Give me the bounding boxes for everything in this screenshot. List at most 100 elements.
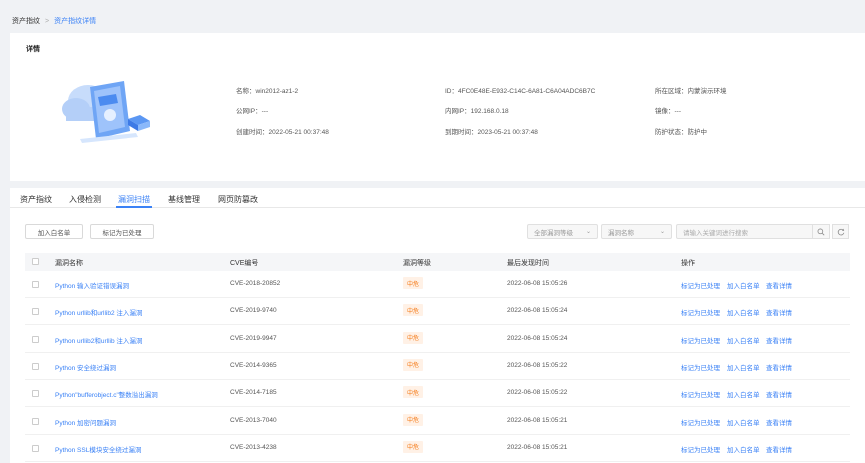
tab-vulnerability-scan[interactable]: 漏洞扫描 — [118, 194, 150, 205]
vuln-name-link[interactable]: Python urllib和urllib2 注入漏洞 — [55, 307, 142, 317]
table-header: 漏洞名称 CVE编号 漏洞等级 最后发现时间 操作 — [25, 253, 850, 271]
level-select[interactable]: 全部漏洞等级 ⌄ — [527, 224, 598, 239]
level-badge: 中危 — [403, 358, 424, 371]
info-protection: 防护状态：防护中 — [655, 129, 707, 136]
table-row: Python 输入验证错误漏洞 CVE-2018-20852 中危 2022-0… — [25, 271, 850, 298]
table-row: Python 安全绕过漏洞 CVE-2014-9365 中危 2022-06-0… — [25, 353, 850, 380]
last-found-time: 2022-06-08 15:05:24 — [507, 307, 568, 315]
add-whitelist-link[interactable]: 加入白名单 — [727, 444, 760, 454]
add-whitelist-button[interactable]: 加入白名单 — [25, 224, 83, 239]
view-details-link[interactable]: 查看详情 — [766, 335, 792, 345]
level-badge: 中危 — [403, 413, 424, 426]
last-found-time: 2022-06-08 15:05:22 — [507, 389, 568, 397]
add-whitelist-link[interactable]: 加入白名单 — [727, 389, 760, 399]
last-found-time: 2022-06-08 15:05:24 — [507, 334, 568, 342]
view-details-link[interactable]: 查看详情 — [766, 362, 792, 372]
detail-title: 详情 — [26, 46, 40, 53]
mark-handled-link[interactable]: 标记为已处理 — [681, 280, 720, 290]
search-placeholder: 请输入关键词进行搜索 — [683, 229, 748, 237]
mark-handled-link[interactable]: 标记为已处理 — [681, 307, 720, 317]
field-select-value: 漏洞名称 — [608, 229, 634, 237]
info-id: ID：4FC0E48E-E932-C14C-6A81-C6A04ADC6B7C — [445, 88, 596, 95]
cve-id: CVE-2014-9365 — [230, 361, 277, 369]
add-whitelist-link[interactable]: 加入白名单 — [727, 335, 760, 345]
level-badge: 中危 — [403, 440, 424, 453]
view-details-link[interactable]: 查看详情 — [766, 280, 792, 290]
chevron-down-icon: ⌄ — [659, 229, 665, 235]
vuln-name-link[interactable]: Python urllib2和urllib 注入漏洞 — [55, 335, 142, 345]
vuln-name-link[interactable]: Python 安全绕过漏洞 — [55, 362, 116, 372]
mark-handled-link[interactable]: 标记为已处理 — [681, 444, 720, 454]
cve-id: CVE-2019-9740 — [230, 307, 277, 315]
search-input[interactable]: 请输入关键词进行搜索 — [676, 224, 813, 239]
breadcrumb: 资产指纹 > 资产指纹详情 — [12, 16, 96, 26]
level-badge: 中危 — [403, 386, 424, 399]
row-checkbox[interactable] — [32, 281, 39, 288]
level-badge: 中危 — [403, 304, 424, 317]
view-details-link[interactable]: 查看详情 — [766, 307, 792, 317]
cve-id: CVE-2013-4238 — [230, 443, 277, 451]
row-checkbox[interactable] — [32, 362, 39, 370]
add-whitelist-link[interactable]: 加入白名单 — [727, 307, 760, 317]
view-details-link[interactable]: 查看详情 — [766, 444, 792, 454]
info-public-ip: 公网IP：--- — [236, 108, 269, 115]
view-details-link[interactable]: 查看详情 — [766, 417, 792, 427]
last-found-time: 2022-06-08 15:05:21 — [507, 416, 568, 424]
row-checkbox[interactable] — [32, 390, 39, 398]
tab-intrusion-detection[interactable]: 入侵检测 — [69, 194, 101, 205]
vuln-name-link[interactable]: Python SSL模块安全绕过漏洞 — [55, 444, 141, 454]
header-actions: 操作 — [681, 260, 695, 267]
vuln-name-link[interactable]: Python"bufferobject.c"整数溢出漏洞 — [55, 389, 158, 399]
add-whitelist-link[interactable]: 加入白名单 — [727, 280, 760, 290]
active-tab-indicator — [116, 206, 152, 208]
table-row: Python SSL模块安全绕过漏洞 CVE-2013-4238 中危 2022… — [25, 435, 850, 462]
detail-card: 详情 名称：win2012-az1-2 ID：4FC0E48E-E932-C14… — [10, 33, 865, 181]
tab-web-tamper[interactable]: 网页防篡改 — [218, 194, 258, 205]
breadcrumb-root[interactable]: 资产指纹 — [12, 16, 40, 26]
last-found-time: 2022-06-08 15:05:26 — [507, 280, 568, 287]
tab-asset-fingerprint[interactable]: 资产指纹 — [20, 194, 52, 205]
add-whitelist-link[interactable]: 加入白名单 — [727, 417, 760, 427]
add-whitelist-link[interactable]: 加入白名单 — [727, 362, 760, 372]
info-name: 名称：win2012-az1-2 — [236, 88, 299, 95]
cve-id: CVE-2019-9947 — [230, 334, 277, 342]
tab-baseline[interactable]: 基线管理 — [168, 194, 200, 205]
chevron-down-icon: ⌄ — [585, 229, 591, 235]
info-region: 所在区域：内蒙演示环境 — [655, 88, 727, 95]
row-checkbox[interactable] — [32, 417, 39, 425]
header-name: 漏洞名称 — [55, 260, 83, 267]
mark-handled-link[interactable]: 标记为已处理 — [681, 335, 720, 345]
breadcrumb-separator-icon: > — [45, 17, 50, 25]
select-all-checkbox[interactable] — [32, 258, 39, 265]
info-private-ip: 内网IP：192.168.0.18 — [445, 108, 509, 115]
row-checkbox[interactable] — [32, 444, 39, 452]
tab-bar: 资产指纹 入侵检测 漏洞扫描 基线管理 网页防篡改 — [10, 188, 865, 208]
field-select[interactable]: 漏洞名称 ⌄ — [601, 224, 672, 239]
table-row: Python 加密问题漏洞 CVE-2013-7040 中危 2022-06-0… — [25, 408, 850, 435]
mark-handled-link[interactable]: 标记为已处理 — [681, 417, 720, 427]
mark-handled-link[interactable]: 标记为已处理 — [681, 362, 720, 372]
breadcrumb-current: 资产指纹详情 — [54, 18, 97, 25]
info-created: 创建时间：2022-05-21 00:37:48 — [236, 129, 329, 136]
view-details-link[interactable]: 查看详情 — [766, 389, 792, 399]
info-image: 镜像：--- — [655, 108, 681, 115]
table-row: Python urllib2和urllib 注入漏洞 CVE-2019-9947… — [25, 326, 850, 353]
header-level: 漏洞等级 — [403, 260, 431, 267]
vuln-name-link[interactable]: Python 输入验证错误漏洞 — [55, 280, 129, 290]
table-row: Python urllib和urllib2 注入漏洞 CVE-2019-9740… — [25, 298, 850, 326]
row-checkbox[interactable] — [32, 335, 39, 343]
vuln-name-link[interactable]: Python 加密问题漏洞 — [55, 417, 116, 427]
row-checkbox[interactable] — [32, 308, 39, 316]
level-badge: 中危 — [403, 331, 424, 344]
cloud-server-illustration-icon — [62, 81, 150, 143]
mark-handled-link[interactable]: 标记为已处理 — [681, 389, 720, 399]
last-found-time: 2022-06-08 15:05:22 — [507, 361, 568, 369]
cve-id: CVE-2013-7040 — [230, 416, 277, 424]
info-expires: 到期时间：2023-05-21 00:37:48 — [445, 129, 538, 136]
refresh-button[interactable] — [832, 224, 849, 239]
level-select-value: 全部漏洞等级 — [534, 229, 573, 237]
header-time: 最后发现时间 — [507, 260, 549, 267]
search-button[interactable] — [812, 224, 830, 239]
mark-handled-button[interactable]: 标记为已处理 — [90, 224, 154, 239]
header-cve: CVE编号 — [230, 260, 259, 267]
